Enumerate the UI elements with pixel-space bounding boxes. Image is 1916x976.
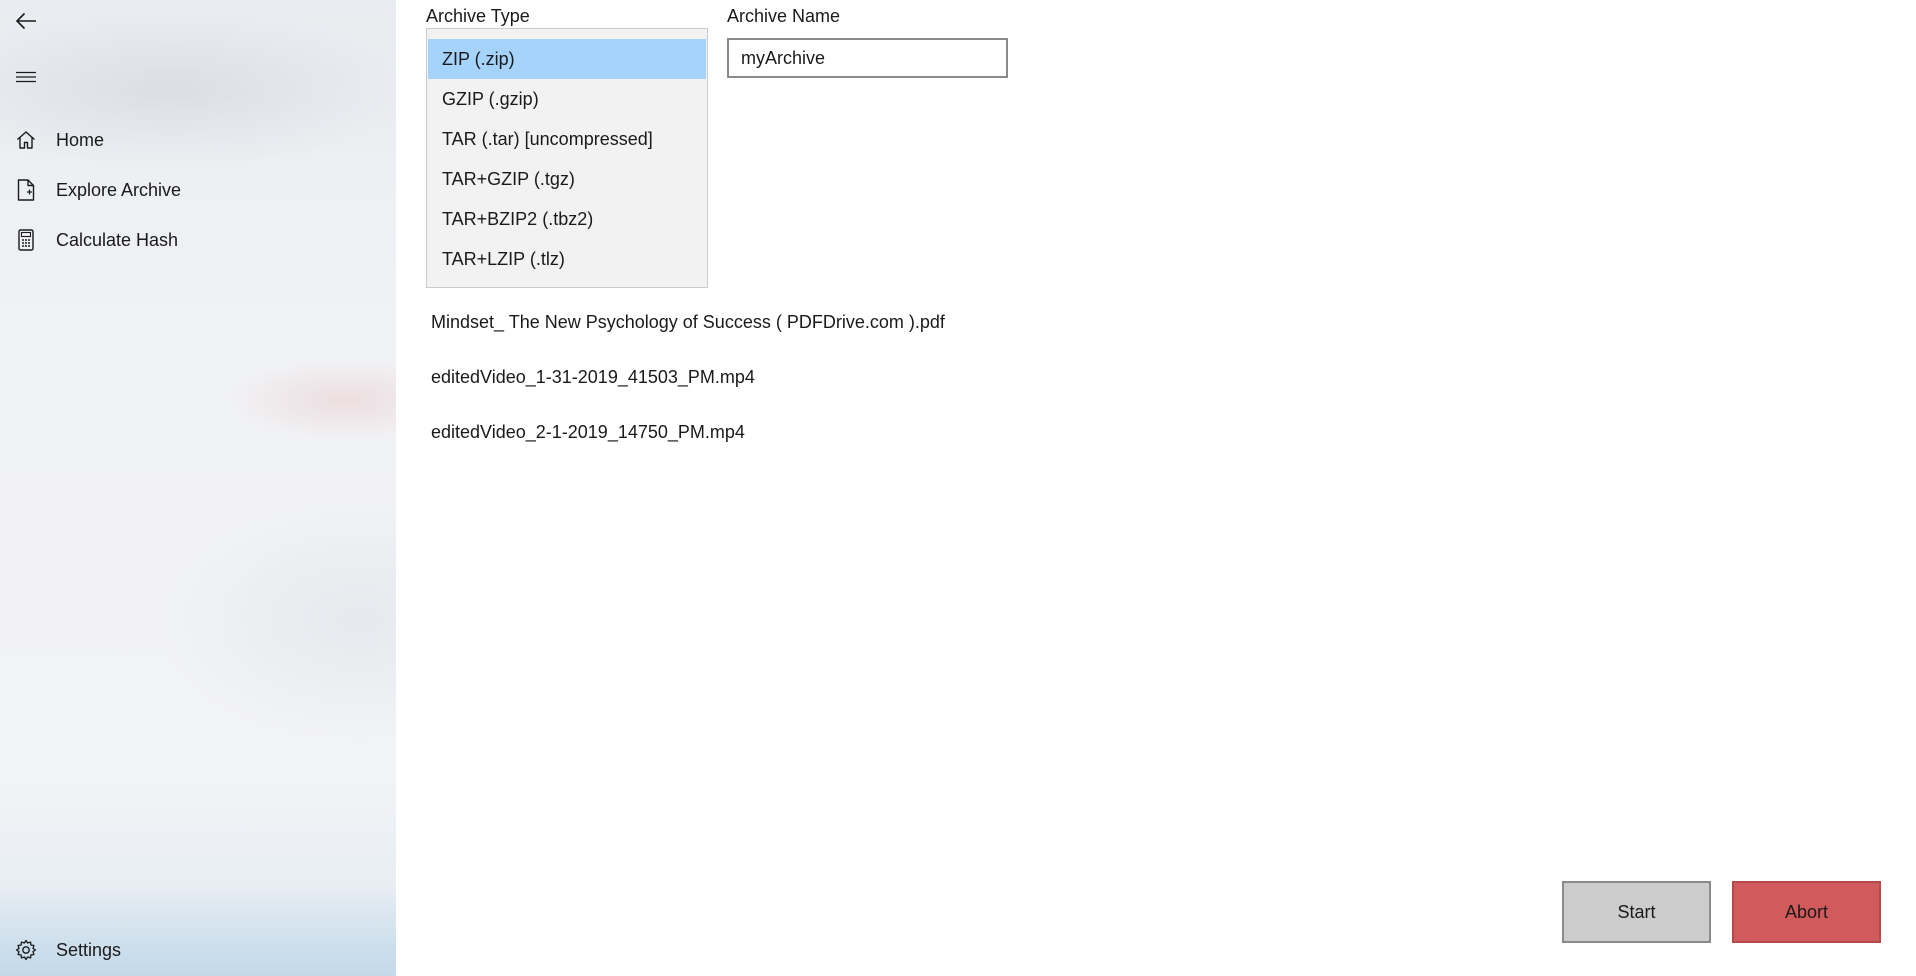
document-icon: [0, 166, 52, 214]
dropdown-option-tbz2[interactable]: TAR+BZIP2 (.tbz2): [428, 199, 706, 239]
archive-type-label: Archive Type: [426, 6, 530, 26]
nav-item-label: Settings: [56, 939, 122, 960]
nav-item-label: Calculate Hash: [56, 229, 179, 250]
archive-name-label: Archive Name: [727, 6, 841, 26]
navigation-pane: Home Explore Archive Calculate Hash Sett…: [0, 0, 396, 976]
start-button[interactable]: Start: [1562, 881, 1711, 943]
dropdown-option-gzip[interactable]: GZIP (.gzip): [428, 79, 706, 119]
hamburger-menu-icon: [0, 53, 52, 101]
back-button[interactable]: [0, 0, 52, 45]
calculator-icon: [0, 216, 52, 264]
archive-type-dropdown[interactable]: ZIP (.zip) GZIP (.gzip) TAR (.tar) [unco…: [426, 28, 708, 288]
menu-toggle-button[interactable]: [0, 53, 52, 101]
file-list-item[interactable]: editedVideo_2-1-2019_14750_PM.mp4: [431, 405, 945, 460]
abort-button[interactable]: Abort: [1732, 881, 1881, 943]
dropdown-option-tar[interactable]: TAR (.tar) [uncompressed]: [428, 119, 706, 159]
archive-name-input[interactable]: [727, 38, 1008, 78]
nav-item-explore-archive[interactable]: Explore Archive: [0, 166, 396, 214]
dropdown-option-tlz[interactable]: TAR+LZIP (.tlz): [428, 239, 706, 279]
nav-item-settings[interactable]: Settings: [0, 926, 396, 974]
home-icon: [0, 116, 52, 164]
nav-item-label: Explore Archive: [56, 179, 182, 200]
gear-icon: [0, 926, 52, 974]
back-arrow-icon: [0, 0, 52, 45]
file-list-item[interactable]: Mindset_ The New Psychology of Success (…: [431, 295, 945, 350]
nav-item-label: Home: [56, 129, 105, 150]
dropdown-option-zip[interactable]: ZIP (.zip): [428, 39, 706, 79]
file-list-item[interactable]: editedVideo_1-31-2019_41503_PM.mp4: [431, 350, 945, 405]
nav-item-home[interactable]: Home: [0, 116, 396, 164]
dropdown-option-tgz[interactable]: TAR+GZIP (.tgz): [428, 159, 706, 199]
nav-item-calculate-hash[interactable]: Calculate Hash: [0, 216, 396, 264]
